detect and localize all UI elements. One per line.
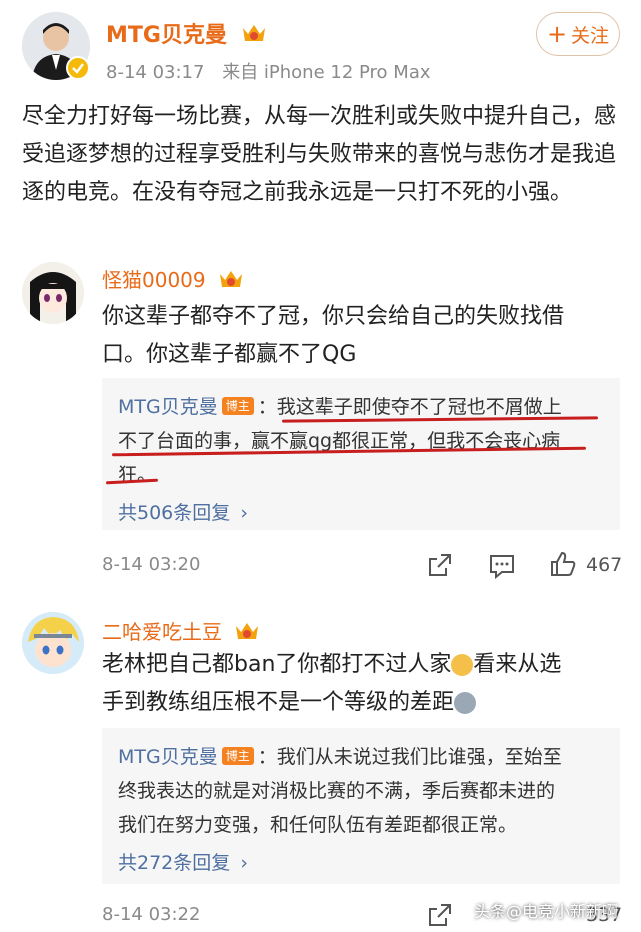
follow-button[interactable]: + 关注 [536,12,620,56]
commenter-avatar[interactable] [22,612,84,674]
verified-icon [66,56,90,80]
reply-line: 狂。 [118,464,157,486]
reply-line: 我们在努力变强，和任何队伍有差距都很正常。 [118,814,518,836]
reply-count-link[interactable]: 共272条回复 › [118,848,604,875]
reply-line: 终我表达的就是对消极比赛的不满，季后赛都未进的 [118,780,556,802]
commenter-name[interactable]: 二哈爱吃土豆 [102,616,260,647]
chevron-right-icon: › [240,502,248,524]
author-badge: 博主 [221,396,254,415]
comment-icon[interactable] [488,553,516,583]
post-meta: 8-14 03:17 来自 iPhone 12 Pro Max [106,58,431,84]
like-icon[interactable] [549,550,577,582]
commenter-avatar[interactable] [22,262,84,324]
crown-icon [234,620,260,647]
reply-line: MTG贝克曼 博主 ：我们从未说过我们比谁强，至始至 [118,746,562,768]
reply-box[interactable]: MTG贝克曼 博主 ：我们从未说过我们比谁强，至始至 终我表达的就是对消极比赛的不满… [102,728,620,884]
reply-count-link[interactable]: 共506条回复 › [118,498,604,525]
reply-author[interactable]: MTG贝克曼 [118,396,218,418]
crown-icon [241,22,267,50]
author-badge: 博主 [221,746,254,765]
doge-emoji-icon [451,654,474,676]
plus-icon: + [546,20,568,48]
shocked-emoji-icon [454,692,477,714]
author-name[interactable]: MTG贝克曼 [106,17,267,50]
post-source: 来自 iPhone 12 Pro Max [222,62,431,83]
share-icon[interactable] [427,552,453,582]
watermark: 头条@电竞小新新啊 [474,902,619,921]
post-time: 8-14 03:17 [106,62,205,83]
like-count: 467 [586,554,623,576]
share-icon[interactable] [427,902,453,932]
comment-text: 老林把自己都ban了你都打不过人家 看来从选 手到教练组压根不是一个等级的差距 [102,652,562,715]
comment-time: 8-14 03:22 [102,904,201,925]
reply-author[interactable]: MTG贝克曼 [118,746,218,768]
post-content: 尽全力打好每一场比赛，从每一次胜利或失败中提升自己，感受追逐梦想的过程享受胜利与… [22,104,617,205]
post-header: MTG贝克曼 8-14 03:17 来自 iPhone 12 Pro Max +… [0,0,641,92]
comment-time: 8-14 03:20 [102,554,201,575]
commenter-name[interactable]: 怪猫00009 [102,264,244,295]
crown-icon [218,268,244,295]
chevron-right-icon: › [240,852,248,874]
comment-text: 你这辈子都夺不了冠，你只会给自己的失败找借 口。你这辈子都赢不了QG [102,304,565,367]
